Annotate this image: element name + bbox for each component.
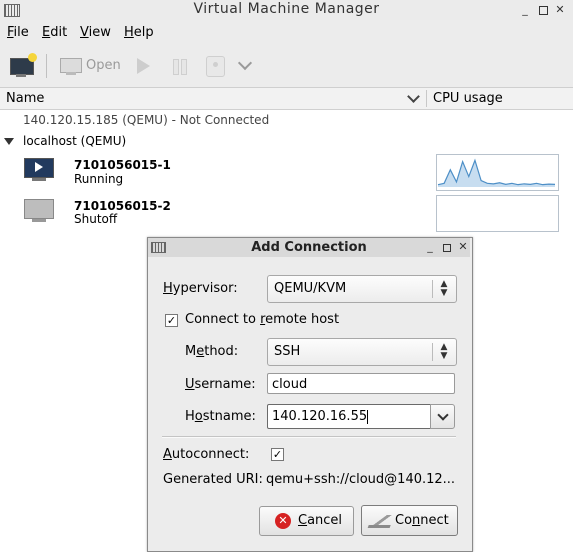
cancel-button-label: Cancel xyxy=(298,513,343,528)
column-name-header[interactable]: Name xyxy=(6,91,44,106)
monitor-icon-stand xyxy=(66,72,76,75)
shutdown-icon[interactable] xyxy=(206,56,225,77)
close-icon[interactable]: ✕ xyxy=(553,3,567,17)
autoconnect-checkbox[interactable]: ✓ xyxy=(271,448,284,461)
vm-status: Running xyxy=(74,172,124,186)
cancel-button[interactable]: ✕ Cancel xyxy=(259,506,354,536)
column-cpu-header[interactable]: CPU usage xyxy=(433,91,503,106)
hypervisor-value: QEMU/KVM xyxy=(274,281,347,296)
vm-status: Shutoff xyxy=(74,212,118,226)
menu-view[interactable]: View xyxy=(80,25,111,40)
vm-name[interactable]: 7101056015-1 xyxy=(74,158,171,172)
open-button-label: Open xyxy=(86,58,121,73)
vm-running-icon xyxy=(24,158,54,183)
pause-icon[interactable] xyxy=(173,59,187,75)
connect-button[interactable]: Connect xyxy=(361,505,458,536)
expander-down-icon[interactable] xyxy=(4,138,14,145)
hostname-value: 140.120.16.55 xyxy=(272,409,368,424)
hostname-input[interactable]: 140.120.16.55 xyxy=(267,404,431,429)
column-separator xyxy=(426,90,427,107)
toolbar-separator xyxy=(46,54,47,78)
minimize-icon[interactable]: _ xyxy=(518,3,532,17)
text-cursor xyxy=(367,409,369,424)
main-window-title: Virtual Machine Manager xyxy=(193,1,380,17)
cpu-sparkline-vm1 xyxy=(436,154,559,191)
combo-separator xyxy=(432,280,433,298)
cancel-icon: ✕ xyxy=(275,513,291,529)
run-icon[interactable] xyxy=(137,58,150,74)
method-value: SSH xyxy=(274,344,301,359)
new-vm-icon-stand xyxy=(16,74,26,77)
generated-uri-label: Generated URI: xyxy=(163,472,263,487)
maximize-icon[interactable] xyxy=(536,3,550,17)
username-input[interactable]: cloud xyxy=(267,373,455,394)
up-down-arrows-icon: ▲ ▼ xyxy=(440,342,448,361)
connection-remote[interactable]: 140.120.15.185 (QEMU) - Not Connected xyxy=(23,113,269,127)
open-button[interactable]: Open xyxy=(58,52,124,80)
dialog-close-icon[interactable]: ✕ xyxy=(456,240,470,254)
vm-shutoff-icon xyxy=(24,199,54,224)
connect-button-label: Connect xyxy=(395,513,449,528)
new-vm-sparkle xyxy=(28,53,37,62)
hostname-label: Hostname: xyxy=(185,409,256,424)
chevron-down-icon xyxy=(437,409,449,421)
method-select[interactable]: SSH ▲ ▼ xyxy=(267,338,457,366)
hypervisor-label: Hypervisor: xyxy=(163,281,238,296)
hypervisor-select[interactable]: QEMU/KVM ▲ ▼ xyxy=(267,275,457,303)
username-label: Username: xyxy=(185,377,256,392)
dialog-minimize-icon[interactable]: _ xyxy=(423,240,437,254)
menu-edit[interactable]: Edit xyxy=(42,25,67,40)
connection-localhost[interactable]: localhost (QEMU) xyxy=(23,134,126,148)
combo-separator xyxy=(432,343,433,361)
menu-help[interactable]: Help xyxy=(124,25,154,40)
remote-host-checkbox[interactable]: ✓ xyxy=(165,314,178,327)
method-label: Method: xyxy=(185,344,239,359)
cpu-sparkline-vm2 xyxy=(436,195,559,232)
dialog-title: Add Connection xyxy=(251,240,367,255)
remote-host-label[interactable]: Connect to remote host xyxy=(185,312,339,327)
cpu-sparkline-graph xyxy=(437,158,556,187)
vm-name[interactable]: 7101056015-2 xyxy=(74,199,171,213)
up-down-arrows-icon: ▲ ▼ xyxy=(440,279,448,298)
sparkline-line xyxy=(437,158,556,186)
hostname-dropdown-button[interactable] xyxy=(430,404,455,429)
connect-plug-icon xyxy=(367,515,395,528)
generated-uri-value: qemu+ssh://cloud@140.12... xyxy=(266,472,456,487)
dialog-maximize-icon[interactable] xyxy=(440,240,454,254)
menu-file[interactable]: File xyxy=(7,25,29,40)
monitor-icon xyxy=(60,58,82,73)
new-vm-button[interactable] xyxy=(6,52,38,80)
dialog-separator xyxy=(162,436,456,438)
autoconnect-label: Autoconnect: xyxy=(163,447,250,462)
